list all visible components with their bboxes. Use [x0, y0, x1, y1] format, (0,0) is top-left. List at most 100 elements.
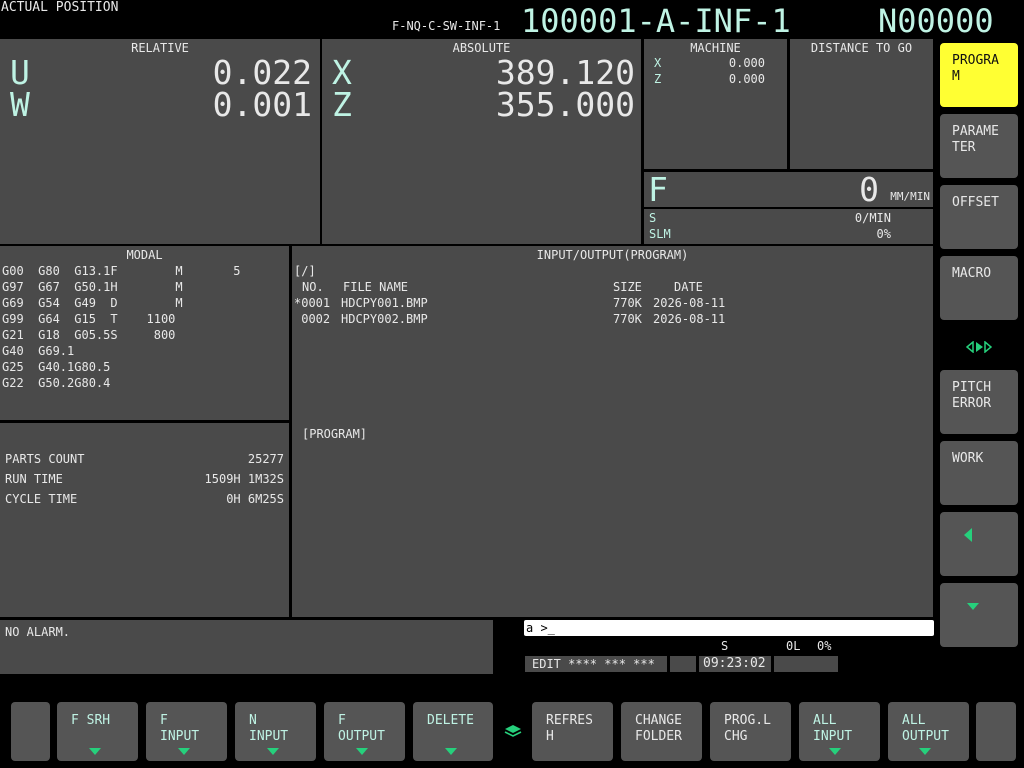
file-row[interactable]: 0002 HDCPY002.BMP 770K 2026-08-11 — [294, 311, 924, 327]
softkey-f-search[interactable]: F SRH — [57, 702, 138, 761]
modal-row: G97 G67 G50.1H M — [2, 280, 183, 294]
modal-row: G21 G18 G05.5S 800 — [2, 328, 176, 342]
alarm-panel: NO ALARM. — [0, 620, 493, 674]
softkey-left[interactable] — [940, 512, 1018, 576]
softkey-blank-left[interactable] — [11, 702, 50, 761]
parts-count-value: 25277 — [247, 452, 284, 466]
relative-panel: RELATIVE U 0.022 W 0.001 — [0, 39, 320, 244]
col-no-header: NO. — [302, 280, 324, 294]
softkey-delete[interactable]: DELETE — [413, 702, 493, 761]
softkey-label: F — [338, 713, 346, 728]
status-blank-box — [670, 656, 696, 672]
absolute-panel: ABSOLUTE X 389.120 Z 355.000 — [322, 39, 641, 244]
feed-label: F — [648, 170, 668, 209]
program-file-name: F-NQ-C-SW-INF-1 — [392, 19, 501, 33]
softkey-f-input[interactable]: F INPUT — [146, 702, 227, 761]
spindle-s-label: S — [649, 211, 657, 225]
run-time-label: RUN TIME — [5, 472, 63, 486]
softkey-layer-icon[interactable] — [503, 724, 523, 740]
relative-axis-w-value: 0.001 — [212, 85, 312, 124]
softkey-all-input[interactable]: ALL INPUT — [799, 702, 880, 761]
modal-row: G22 G50.2G80.4 — [2, 376, 111, 390]
softkey-label: PROG.L — [724, 713, 771, 728]
softkey-label: F SRH — [71, 713, 111, 728]
file-name: HDCPY001.BMP — [341, 296, 428, 310]
softkey-label: N — [249, 713, 257, 728]
io-title: INPUT/OUTPUT(PROGRAM) — [536, 248, 689, 262]
spindle-s-value: 0/MIN — [854, 211, 891, 225]
file-size: 770K — [613, 312, 642, 326]
softkey-program[interactable]: PROGRA M — [940, 43, 1018, 107]
feed-panel: F 0 MM/MIN — [644, 172, 933, 207]
mode-text: EDIT **** *** *** — [532, 657, 655, 671]
absolute-axis-z-value: 355.000 — [495, 85, 635, 124]
softkey-f-output[interactable]: F OUTPUT — [324, 702, 405, 761]
softkey-label: H — [546, 729, 554, 744]
distance-to-go-title: DISTANCE TO GO — [810, 41, 913, 55]
col-size-header: SIZE — [613, 280, 642, 294]
key-input-text: a >_ — [526, 621, 555, 635]
io-panel: INPUT/OUTPUT(PROGRAM) [/] NO. FILE NAME … — [292, 246, 933, 617]
col-date-header: DATE — [674, 280, 703, 294]
machine-axis-x-label: X — [654, 56, 662, 70]
sequence-number: N00000 — [878, 2, 994, 40]
machine-axis-x-value: 0.000 — [728, 56, 765, 70]
arrow-down-icon — [178, 748, 190, 755]
arrow-down-icon — [356, 748, 368, 755]
distance-to-go-panel: DISTANCE TO GO — [790, 39, 933, 169]
softkey-label: INPUT — [160, 729, 200, 744]
col-filename-header: FILE NAME — [343, 280, 409, 294]
run-time-value: 1509H 1M32S — [204, 472, 284, 486]
modal-row: G69 G54 G49 D M — [2, 296, 183, 310]
arrow-down-icon — [89, 748, 101, 755]
softkey-refresh[interactable]: REFRES H — [532, 702, 613, 761]
machine-panel: MACHINE X 0.000 Z 0.000 — [644, 39, 787, 169]
softkey-n-input[interactable]: N INPUT — [235, 702, 316, 761]
modal-row: G99 G64 G15 T 1100 — [2, 312, 176, 326]
softkey-work[interactable]: WORK — [940, 441, 1018, 505]
softkey-label: CHANGE — [635, 713, 682, 728]
softkey-change-folder[interactable]: CHANGE FOLDER — [621, 702, 702, 761]
softkey-label: CHG — [724, 729, 748, 744]
file-date: 2026-08-11 — [653, 296, 726, 310]
softkey-label: REFRES — [546, 713, 593, 728]
modal-row: G25 G40.1G80.5 — [2, 360, 111, 374]
softkey-parameter[interactable]: PARAME TER — [940, 114, 1018, 178]
machine-axis-z-value: 0.000 — [728, 72, 765, 86]
page-switch-icon[interactable] — [965, 338, 993, 354]
alarm-message: NO ALARM. — [5, 625, 71, 639]
spindle-slm-value: 0% — [876, 227, 891, 241]
arrow-left-icon — [964, 528, 972, 542]
softkey-label: ALL — [813, 713, 837, 728]
softkey-label: INPUT — [813, 729, 853, 744]
arrow-down-icon — [829, 748, 841, 755]
softkey-all-output[interactable]: ALL OUTPUT — [888, 702, 969, 761]
softkey-offset[interactable]: OFFSET — [940, 185, 1018, 249]
softkey-pitch-error[interactable]: PITCH ERROR — [940, 370, 1018, 434]
key-input-field[interactable]: a >_ — [524, 620, 934, 636]
softkey-blank-right[interactable] — [976, 702, 1016, 761]
softkey-macro[interactable]: MACRO — [940, 256, 1018, 320]
arrow-down-icon — [919, 748, 931, 755]
softkey-label: OUTPUT — [338, 729, 385, 744]
clock-time: 09:23:02 — [703, 656, 766, 671]
softkey-prog-list-change[interactable]: PROG.L CHG — [710, 702, 791, 761]
file-row[interactable]: *0001 HDCPY001.BMP 770K 2026-08-11 — [294, 295, 924, 311]
status-s-label: S — [721, 639, 729, 653]
machine-axis-z-label: Z — [654, 72, 662, 86]
softkey-label: F — [160, 713, 168, 728]
status-l-value: 0L — [786, 639, 801, 653]
relative-axis-w-label: W — [10, 85, 30, 124]
file-date: 2026-08-11 — [653, 312, 726, 326]
softkey-label: ALL — [902, 713, 926, 728]
feed-unit: MM/MIN — [890, 190, 930, 203]
arrow-down-icon — [967, 603, 979, 610]
file-size: 770K — [613, 296, 642, 310]
counts-panel: PARTS COUNT 25277 RUN TIME 1509H 1M32S C… — [0, 423, 289, 617]
io-device: [PROGRAM] — [302, 427, 368, 441]
modal-title: MODAL — [126, 248, 163, 262]
clock-box: 09:23:02 — [699, 656, 771, 672]
softkey-down[interactable] — [940, 583, 1018, 647]
modal-panel: MODAL G00 G80 G13.1F M 5 G97 G67 G50.1H … — [0, 246, 289, 420]
screen-title: ACTUAL POSITION — [1, 0, 119, 15]
